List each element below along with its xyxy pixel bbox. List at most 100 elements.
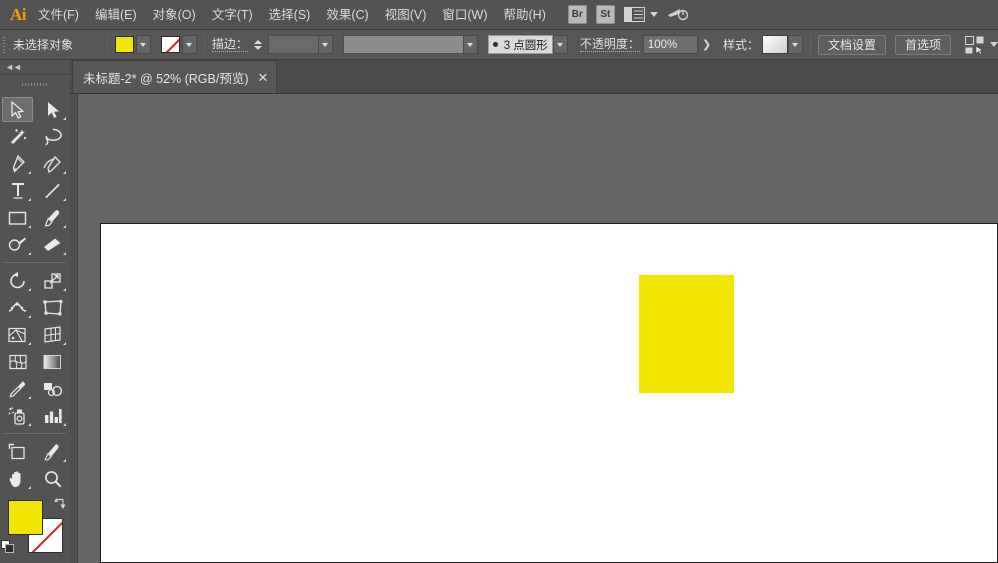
illustrator-window: Ai 文件(F) 编辑(E) 对象(O) 文字(T) 选择(S) 效果(C) 视… <box>0 0 998 563</box>
menu-select[interactable]: 选择(S) <box>261 0 319 30</box>
document-setup-button[interactable]: 文档设置 <box>817 34 886 55</box>
control-bar-grip[interactable] <box>0 30 9 60</box>
free-transform-tool[interactable] <box>37 295 68 320</box>
stroke-profile-input[interactable] <box>342 35 463 54</box>
mesh-tool[interactable] <box>2 349 33 374</box>
bridge-button[interactable]: Br <box>567 5 587 24</box>
direct-selection-tool[interactable] <box>37 97 68 122</box>
rectangle-tool[interactable] <box>2 205 33 230</box>
stroke-dropdown-button[interactable] <box>181 35 197 54</box>
brush-definition-display[interactable]: 3 点圆形 <box>487 35 553 54</box>
arrange-documents-icon <box>623 7 645 22</box>
type-tool[interactable] <box>2 178 33 203</box>
yellow-rectangle[interactable] <box>639 275 734 393</box>
menu-help[interactable]: 帮助(H) <box>496 0 554 30</box>
selection-status-label: 未选择对象 <box>13 38 74 52</box>
document-tab-title: 未标题-2* @ 52% (RGB/预览) <box>83 71 249 86</box>
fill-color-control[interactable] <box>114 35 151 54</box>
menubar-right-group: Br St <box>567 5 689 24</box>
chevron-down-icon[interactable] <box>990 42 998 47</box>
pen-tool[interactable] <box>2 151 33 176</box>
preferences-button[interactable]: 首选项 <box>894 34 951 55</box>
collapse-panel-icon: ◄◄ <box>5 62 22 72</box>
select-similar-control[interactable] <box>965 35 998 55</box>
artboard-tool[interactable] <box>2 439 33 464</box>
menu-file[interactable]: 文件(F) <box>30 0 87 30</box>
brush-dropdown-button[interactable] <box>552 35 568 54</box>
opacity-flyout-button[interactable]: ❯ <box>698 35 715 54</box>
menu-bar: Ai 文件(F) 编辑(E) 对象(O) 文字(T) 选择(S) 效果(C) 视… <box>0 0 998 30</box>
graphic-style-swatch[interactable] <box>761 35 788 54</box>
stroke-color-control[interactable] <box>160 35 197 54</box>
toolbar-collapse-button[interactable]: ◄◄ <box>0 60 70 75</box>
paintbrush-tool[interactable] <box>37 205 68 230</box>
stroke-profile-combo[interactable] <box>342 35 478 54</box>
shape-builder-tool[interactable] <box>2 322 33 347</box>
rotate-tool[interactable] <box>2 268 33 293</box>
separator <box>809 34 811 55</box>
document-tab[interactable]: 未标题-2* @ 52% (RGB/预览) ✕ <box>72 60 278 93</box>
width-tool[interactable] <box>2 295 33 320</box>
stock-button[interactable]: St <box>595 5 615 24</box>
stroke-weight-combo[interactable] <box>267 35 333 54</box>
brush-preview-icon <box>492 42 498 47</box>
stroke-profile-dropdown-button[interactable] <box>462 35 478 54</box>
shaper-tool[interactable] <box>2 232 33 257</box>
document-tab-bar: ◄◄ 未标题-2* @ 52% (RGB/预览) ✕ <box>0 60 998 94</box>
close-icon[interactable]: ✕ <box>258 71 269 84</box>
column-graph-tool[interactable] <box>37 403 68 428</box>
graphic-style-dropdown-button[interactable] <box>787 35 803 54</box>
fill-color-swatch[interactable] <box>8 500 43 535</box>
symbol-sprayer-tool[interactable] <box>2 403 33 428</box>
stroke-weight-label[interactable]: 描边： <box>211 37 248 52</box>
menu-edit[interactable]: 编辑(E) <box>87 0 145 30</box>
canvas-left-strip <box>70 94 78 563</box>
menu-type[interactable]: 文字(T) <box>204 0 261 30</box>
hand-tool[interactable] <box>2 466 33 491</box>
artboard[interactable] <box>100 223 998 563</box>
zoom-tool[interactable] <box>37 466 68 491</box>
menu-object[interactable]: 对象(O) <box>145 0 204 30</box>
tool-group-indicator <box>63 117 66 120</box>
brush-definition-combo[interactable]: 3 点圆形 <box>487 35 568 54</box>
tool-separator <box>4 262 66 263</box>
stroke-none-swatch[interactable] <box>160 36 180 53</box>
scale-tool[interactable] <box>37 268 68 293</box>
line-segment-tool[interactable] <box>37 178 68 203</box>
stroke-weight-stepper[interactable] <box>252 35 264 54</box>
select-similar-objects-icon[interactable] <box>965 35 985 55</box>
selection-tool[interactable] <box>2 97 33 122</box>
default-fill-stroke-icon[interactable] <box>1 540 15 554</box>
toolbar-drag-handle[interactable] <box>0 75 70 94</box>
menu-effect[interactable]: 效果(C) <box>318 0 376 30</box>
tool-separator <box>4 433 66 434</box>
menu-view[interactable]: 视图(V) <box>377 0 435 30</box>
fill-dropdown-button[interactable] <box>135 35 151 54</box>
gradient-tool[interactable] <box>37 349 68 374</box>
stroke-weight-input[interactable] <box>267 35 318 54</box>
search-help-icon[interactable] <box>667 6 689 24</box>
lasso-tool[interactable] <box>37 124 68 149</box>
magic-wand-tool[interactable] <box>2 124 33 149</box>
blend-tool[interactable] <box>37 376 68 401</box>
swap-fill-stroke-icon[interactable] <box>53 498 66 511</box>
fill-swatch[interactable] <box>114 36 134 53</box>
opacity-input[interactable]: 100% <box>642 35 699 54</box>
stroke-weight-dropdown-button[interactable] <box>317 35 333 54</box>
menu-window[interactable]: 窗口(W) <box>434 0 495 30</box>
canvas-area[interactable] <box>70 94 998 563</box>
chevron-down-icon <box>649 12 658 17</box>
eraser-tool[interactable] <box>37 232 68 257</box>
app-logo-icon: Ai <box>10 4 27 24</box>
separator <box>203 34 205 55</box>
opacity-label[interactable]: 不透明度： <box>579 37 640 52</box>
separator <box>106 34 108 55</box>
tools-panel <box>0 94 70 563</box>
eyedropper-tool[interactable] <box>2 376 33 401</box>
arrange-documents-button[interactable] <box>623 7 658 22</box>
curvature-tool[interactable] <box>37 151 68 176</box>
perspective-grid-tool[interactable] <box>37 322 68 347</box>
brush-definition-value: 3 点圆形 <box>503 39 548 52</box>
graphic-style-combo[interactable] <box>761 35 803 54</box>
slice-tool[interactable] <box>37 439 68 464</box>
